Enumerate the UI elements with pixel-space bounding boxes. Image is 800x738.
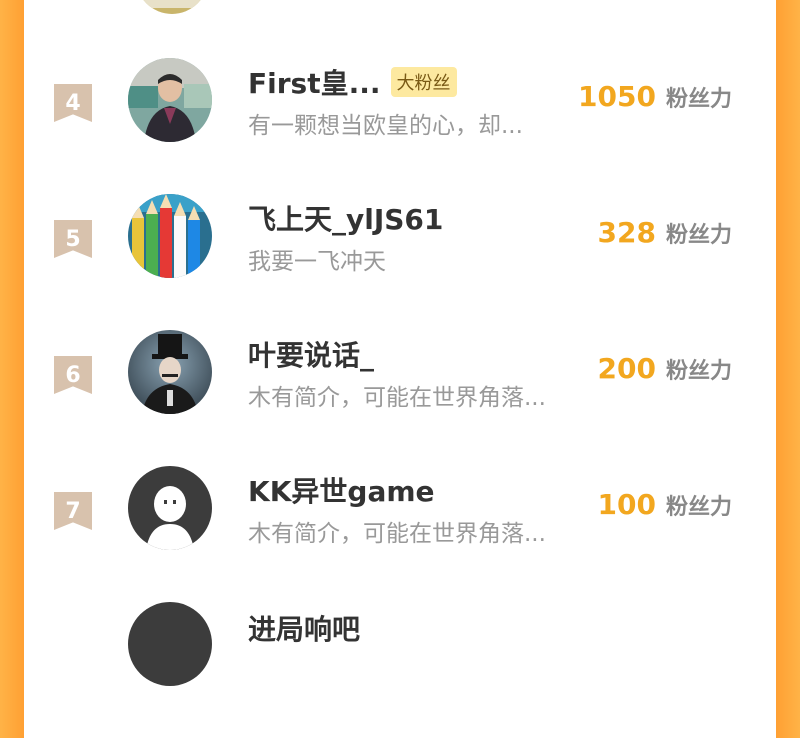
- fan-level-badge: 大粉丝: [390, 67, 457, 97]
- user-name[interactable]: 叶要说话_: [248, 334, 374, 374]
- colored-pencils-photo-avatar[interactable]: [128, 194, 212, 278]
- user-bio: 我要一飞冲天: [248, 249, 386, 275]
- fans-power-label: 粉丝力: [665, 223, 732, 248]
- user-name[interactable]: 进局响吧: [248, 608, 360, 648]
- default-avatar-icon[interactable]: [128, 466, 212, 550]
- user-bio: 木有简介，可能在世界角落...: [248, 521, 546, 547]
- rank-badge: 6: [54, 356, 92, 394]
- ranking-row-7[interactable]: 7 KK异世game 木有简介，可能在世界角落... 100 粉丝力: [24, 466, 776, 602]
- fans-power-label: 粉丝力: [665, 495, 732, 520]
- fans-power-label: 粉丝力: [665, 87, 732, 112]
- fans-power-value: 328: [597, 216, 656, 249]
- user-bio: 有一颗想当欧皇的心，却...: [248, 113, 523, 139]
- rank-badge: 4: [54, 84, 92, 122]
- user-name[interactable]: 飞上天_ylJS61: [248, 198, 443, 238]
- fans-power: 200 粉丝力: [598, 352, 732, 385]
- user-name-line: 飞上天_ylJS61: [248, 198, 443, 238]
- previous-row-avatar[interactable]: [136, 0, 208, 14]
- top-hat-man-photo-avatar[interactable]: [128, 330, 212, 414]
- fans-power-label: 粉丝力: [665, 359, 732, 384]
- fans-power-value: 200: [597, 352, 656, 385]
- ranking-row-5[interactable]: 5 飞上天_ylJS61 我要一飞冲天 328 粉丝力: [24, 194, 776, 330]
- fans-power: 100 粉丝力: [598, 488, 732, 521]
- fans-power: 328 粉丝力: [598, 216, 732, 249]
- rank-badge: 7: [54, 492, 92, 530]
- user-name-line: First皇... 大粉丝: [248, 62, 457, 102]
- fans-power-value: 100: [597, 488, 656, 521]
- user-bio: 木有简介，可能在世界角落...: [248, 385, 546, 411]
- man-suit-photo-avatar[interactable]: [128, 58, 212, 142]
- rank-badge: 5: [54, 220, 92, 258]
- dark-avatar[interactable]: [128, 602, 212, 686]
- fans-ranking-list: 4 First皇... 大粉丝 有一颗想当欧皇的心，却... 1050 粉丝力 …: [24, 0, 776, 686]
- ranking-row-4[interactable]: 4 First皇... 大粉丝 有一颗想当欧皇的心，却... 1050 粉丝力: [24, 58, 776, 194]
- user-name[interactable]: First皇...: [248, 62, 381, 102]
- ranking-row-8[interactable]: 进局响吧: [24, 602, 776, 738]
- user-name[interactable]: KK异世game: [248, 470, 435, 510]
- fans-power: 1050 粉丝力: [578, 80, 732, 113]
- ranking-row-6[interactable]: 6 叶要说话_ 木有简介，可能在世界角落... 200 粉丝力: [24, 330, 776, 466]
- user-name-line: 叶要说话_: [248, 334, 374, 374]
- fans-power-value: 1050: [578, 80, 656, 113]
- user-name-line: 进局响吧: [248, 608, 360, 648]
- user-name-line: KK异世game: [248, 470, 435, 510]
